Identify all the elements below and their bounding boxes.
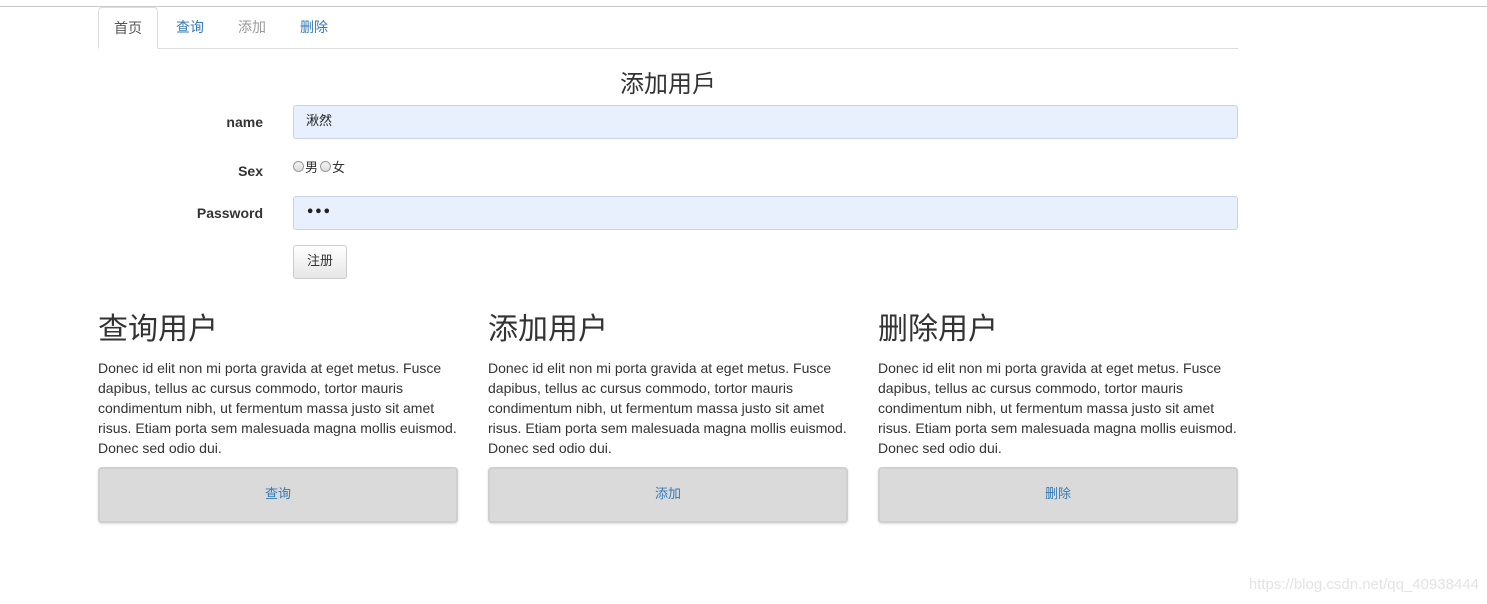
delete-button[interactable]: 删除 [878,467,1238,523]
query-button[interactable]: 查询 [98,467,458,523]
sex-radio-male[interactable] [293,161,304,172]
column-delete-heading: 删除用户 [878,312,998,347]
column-query-heading: 查询用户 [98,312,218,347]
password-label: Password [196,205,263,221]
column-add-text: Donec id elit non mi porta gravida at eg… [488,360,847,456]
tab-query[interactable]: 查询 [166,7,214,48]
column-add-heading: 添加用户 [488,312,608,347]
form-title: 添加用戶 [620,71,716,98]
column-query: 查询用户 Donec id elit non mi porta gravida … [98,308,458,523]
sex-option-female-label: 女 [332,161,346,176]
password-input[interactable]: ••• [293,196,1238,230]
column-delete: 删除用户 Donec id elit non mi porta gravida … [878,308,1238,523]
column-add: 添加用户 Donec id elit non mi porta gravida … [488,308,848,523]
sex-radio-group: 男 女 [293,157,347,176]
sex-option-male-label: 男 [305,161,319,176]
add-button[interactable]: 添加 [488,467,848,523]
watermark: https://blog.csdn.net/qq_40938444 [1248,576,1479,593]
tab-home[interactable]: 首页 [98,7,158,49]
column-query-text: Donec id elit non mi porta gravida at eg… [98,360,457,456]
tab-delete[interactable]: 删除 [290,7,338,48]
sex-radio-female[interactable] [320,161,332,172]
name-label: name [226,114,263,130]
register-button[interactable]: 注册 [293,245,347,279]
column-delete-text: Donec id elit non mi porta gravida at eg… [878,360,1237,456]
name-input[interactable]: 湫然 [293,105,1238,139]
tab-add[interactable]: 添加 [228,7,276,48]
sex-label: Sex [238,163,263,179]
nav-tabs: 首页 查询 添加 删除 [98,7,1238,49]
